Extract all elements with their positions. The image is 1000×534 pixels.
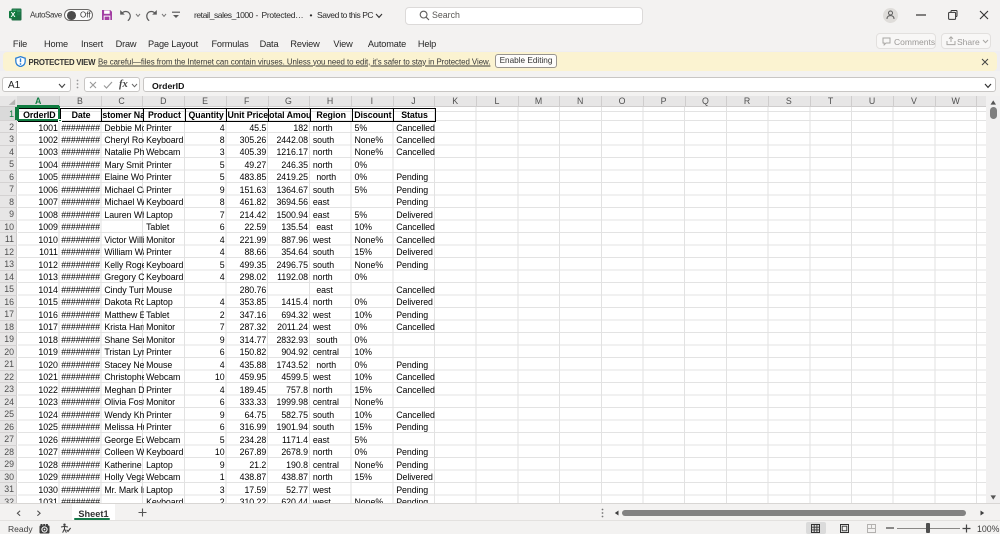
svg-text:X: X [11,10,16,19]
